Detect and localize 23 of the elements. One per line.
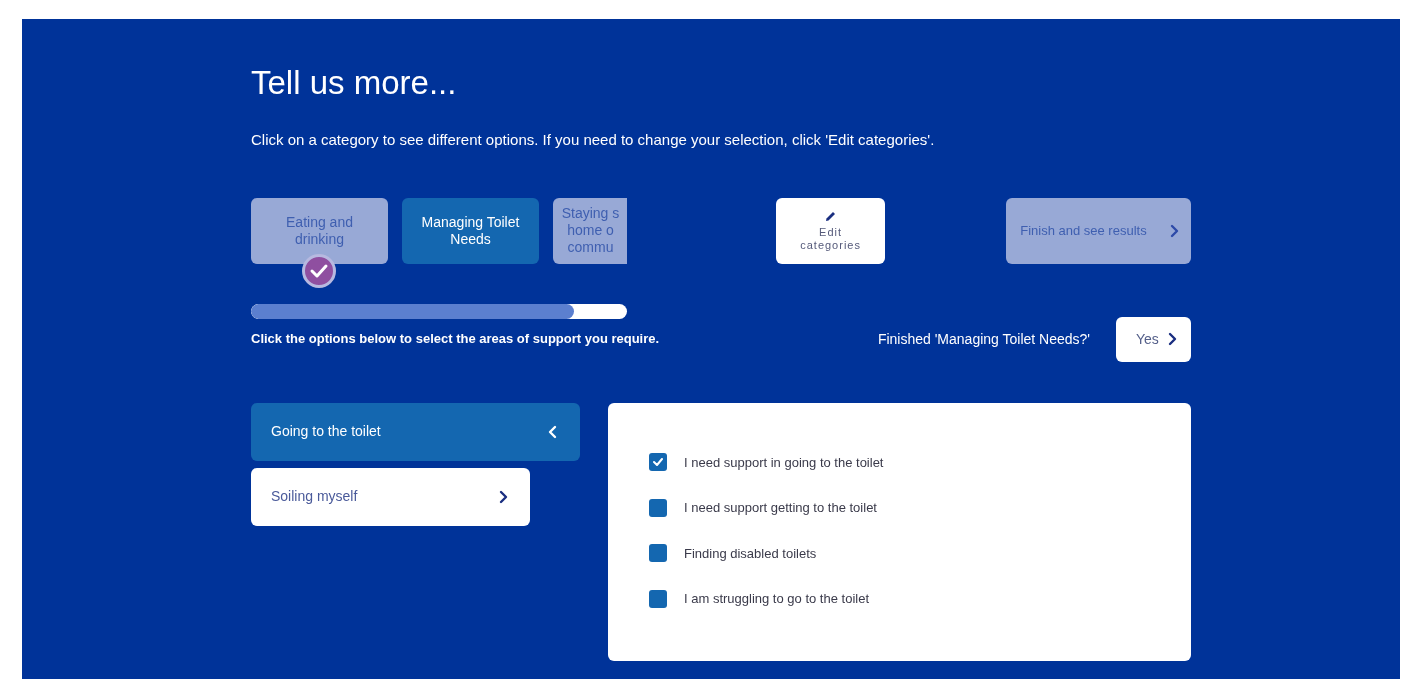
option-label: I need support in going to the toilet [684,453,884,472]
intro-text: Click on a category to see different options. If you need to change your selection, click 'Edit categories'. [251,130,936,150]
checkbox[interactable] [649,544,667,563]
checkbox[interactable] [649,453,667,472]
option-label: Finding disabled toilets [684,544,817,563]
option-label: I am struggling to go to the toilet [684,590,869,608]
checkbox[interactable] [649,498,667,517]
page-title: Tell us more... [251,63,458,103]
category-card[interactable]: Managing Toilet Needs [402,197,539,264]
chevron-left-icon [548,424,558,439]
chevron-right-icon [498,489,508,504]
pencil-icon [824,209,837,222]
edit-categories-button[interactable]: Edit categories [776,197,886,264]
option-label: I need support getting to the toilet [684,499,877,517]
yes-button[interactable]: Yes [1116,316,1191,362]
check-icon [653,458,663,467]
chevron-right-icon [1167,332,1177,346]
finished-prompt: Finished 'Managing Toilet Needs?' [877,329,1090,349]
subcategory-item[interactable]: Soiling myself [251,467,530,526]
chevron-right-icon [1169,223,1179,238]
subcategory-item[interactable]: Going to the toilet [251,402,580,461]
checkbox[interactable] [649,589,667,608]
instruction-text: Click the options below to select the areas of support you require. [251,330,660,349]
